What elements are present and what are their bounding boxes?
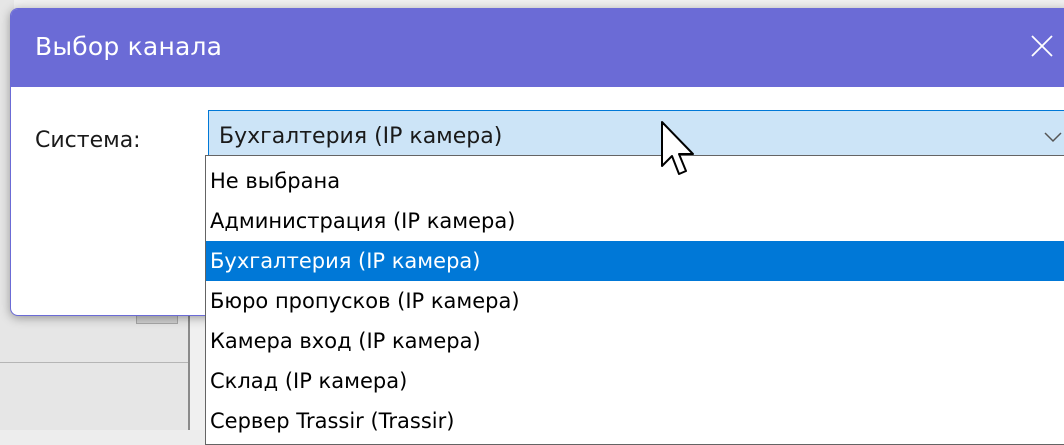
system-select-value: Бухгалтерия (IP камера) bbox=[219, 124, 503, 149]
dropdown-option-accounting[interactable]: Бухгалтерия (IP камера) bbox=[206, 241, 1064, 281]
dropdown-option-entrance-camera[interactable]: Камера вход (IP камера) bbox=[206, 321, 1064, 361]
dialog-titlebar[interactable]: Выбор канала bbox=[11, 9, 1064, 87]
close-icon bbox=[1031, 35, 1053, 57]
mouse-cursor-icon bbox=[661, 121, 694, 175]
close-button[interactable] bbox=[1019, 23, 1064, 69]
dropdown-option-none[interactable]: Не выбрана bbox=[206, 161, 1064, 201]
dropdown-option-administration[interactable]: Администрация (IP камера) bbox=[206, 201, 1064, 241]
chevron-down-icon bbox=[1044, 132, 1062, 143]
system-dropdown-list[interactable]: Не выбрана Администрация (IP камера) Бух… bbox=[205, 155, 1064, 445]
system-label: Система: bbox=[35, 128, 141, 153]
background-divider bbox=[0, 362, 188, 363]
dropdown-option-warehouse[interactable]: Склад (IP камера) bbox=[206, 361, 1064, 401]
dropdown-option-pass-office[interactable]: Бюро пропусков (IP камера) bbox=[206, 281, 1064, 321]
dialog-title: Выбор канала bbox=[35, 32, 223, 61]
dropdown-option-trassir-server[interactable]: Сервер Trassir (Trassir) bbox=[206, 401, 1064, 441]
